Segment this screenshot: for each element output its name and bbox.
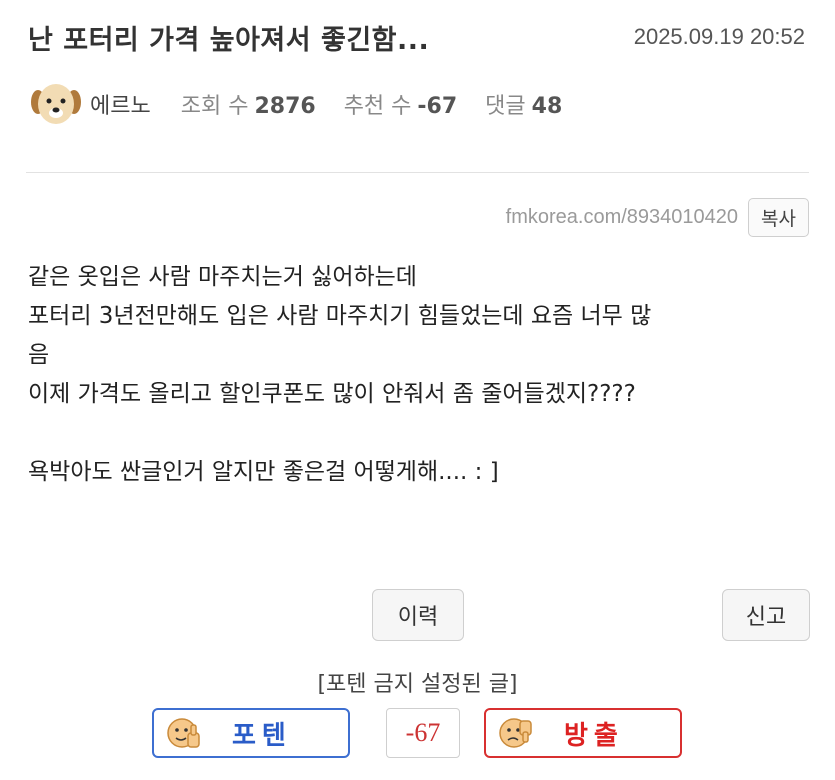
comments-count: 48 xyxy=(531,94,563,119)
header-divider xyxy=(26,172,809,173)
comments-stat[interactable]: 댓글 48 xyxy=(485,88,562,120)
report-button[interactable]: 신고 xyxy=(722,589,810,641)
downvote-label: 방출 xyxy=(564,720,624,751)
body-line xyxy=(28,414,808,453)
post-url[interactable]: fmkorea.com/8934010420 xyxy=(506,206,738,229)
recommend-count: -67 xyxy=(417,94,458,119)
history-button[interactable]: 이력 xyxy=(372,589,464,641)
body-line: 이제 가격도 올리고 할인쿠폰도 많이 안줘서 좀 줄어들겠지???? xyxy=(28,381,636,407)
views-count: 2876 xyxy=(254,94,316,119)
recommend-label: 추천 수 xyxy=(343,94,412,119)
post-date: 2025.09.19 20:52 xyxy=(633,24,805,49)
thumbs-down-face-icon xyxy=(499,718,532,748)
copy-button[interactable]: 복사 xyxy=(748,198,809,237)
upvote-button[interactable]: 포텐 xyxy=(152,708,350,758)
post-body: 같은 옷입은 사람 마주치는거 싫어하는데 포터리 3년전만해도 입은 사람 마… xyxy=(28,258,808,492)
body-line: 같은 옷입은 사람 마주치는거 싫어하는데 xyxy=(28,264,417,290)
body-line: 포터리 3년전만해도 입은 사람 마주치기 힘들었는데 요즘 너무 많 xyxy=(28,303,652,329)
recommend-stat: 추천 수 -67 xyxy=(344,88,457,120)
body-line: 음 xyxy=(28,342,50,368)
potential-ban-notice: [포텐 금지 설정된 글] xyxy=(317,672,518,697)
puppy-avatar-icon[interactable] xyxy=(30,80,82,128)
post-meta: 에르노 조회 수 2876 추천 수 -67 댓글 48 xyxy=(30,78,590,130)
upvote-label: 포텐 xyxy=(232,720,292,751)
body-line: 욕박아도 싼글인거 알지만 좋은걸 어떻게해.... : ] xyxy=(28,459,499,485)
url-row: fmkorea.com/8934010420 복사 xyxy=(506,198,809,237)
vote-score: -67 xyxy=(386,708,460,758)
downvote-button[interactable]: 방출 xyxy=(484,708,682,758)
thumbs-up-face-icon xyxy=(167,718,200,748)
author-name[interactable]: 에르노 xyxy=(90,88,151,120)
post-title: 난 포터리 가격 높아져서 좋긴함... xyxy=(28,25,430,56)
comments-label: 댓글 xyxy=(485,94,526,119)
views-stat: 조회 수 2876 xyxy=(181,88,316,120)
views-label: 조회 수 xyxy=(180,94,249,119)
